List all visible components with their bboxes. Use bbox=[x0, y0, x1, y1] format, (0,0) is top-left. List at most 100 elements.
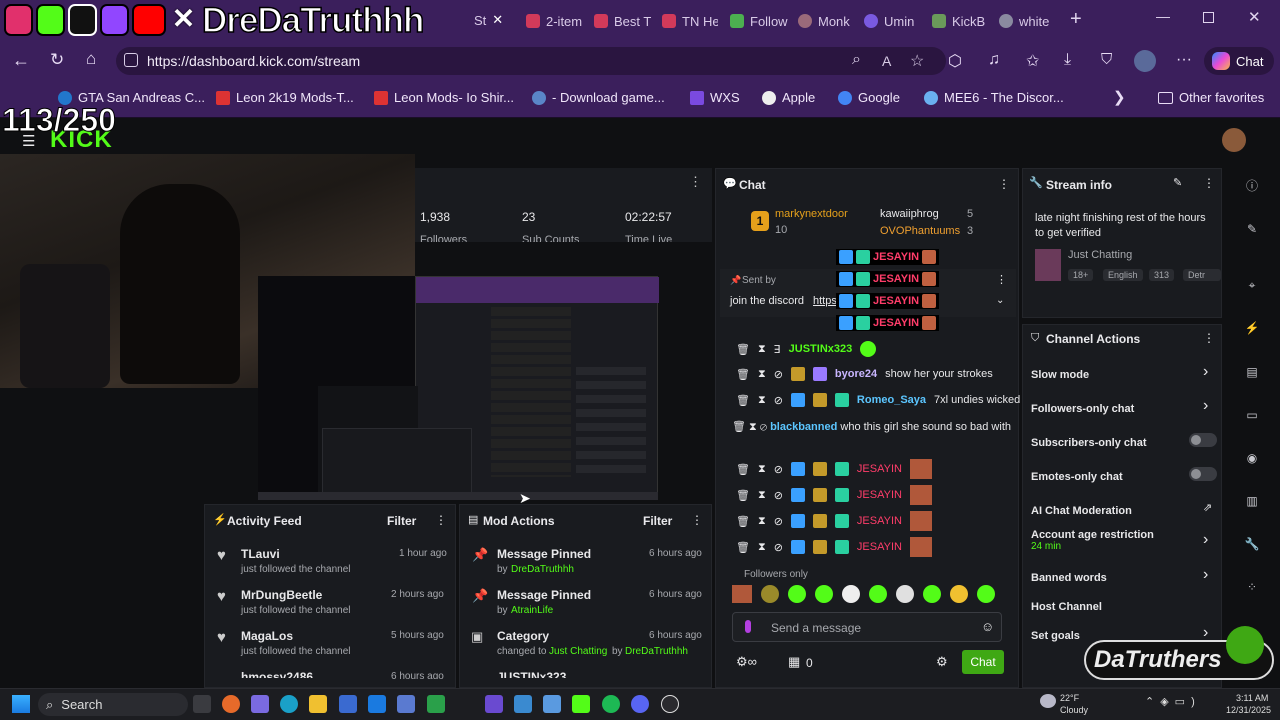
downloads-icon[interactable]: ⤓ bbox=[1064, 51, 1071, 69]
search-icon[interactable]: ⌕ bbox=[852, 51, 861, 69]
ban-icon[interactable]: ⊘ bbox=[774, 489, 783, 502]
chat-username[interactable]: byore24 bbox=[835, 368, 877, 380]
broadcast-icon[interactable]: ◉ bbox=[1242, 448, 1262, 468]
category-name[interactable]: Just Chatting bbox=[1068, 249, 1132, 261]
chat-input[interactable]: Send a message ☺ bbox=[732, 612, 1002, 642]
clock-date[interactable]: 12/31/2025 bbox=[1226, 705, 1271, 715]
mod-action-category[interactable]: Just Chatting bbox=[549, 646, 607, 657]
pinned-more-icon[interactable]: ⋮ bbox=[996, 273, 1007, 286]
leaderboard-user[interactable]: markynextdoor bbox=[775, 208, 848, 220]
ban-icon[interactable]: ⊘ bbox=[760, 421, 767, 433]
chat-username[interactable]: JUSTINx323 bbox=[789, 343, 853, 355]
back-icon[interactable]: ← bbox=[12, 50, 30, 71]
delete-icon[interactable]: 🗑 bbox=[736, 394, 750, 407]
chat-username[interactable]: JESAYIN bbox=[857, 541, 902, 553]
site-info-icon[interactable] bbox=[124, 53, 138, 67]
emote-icon[interactable] bbox=[977, 585, 995, 603]
activity-more-icon[interactable]: ⋮ bbox=[435, 513, 447, 527]
ban-icon[interactable]: ⊘ bbox=[774, 541, 783, 554]
bookmark-item[interactable]: MEE6 - The Discor... bbox=[924, 90, 1064, 105]
bookmark-item[interactable]: Leon Mods- Io Shir... bbox=[374, 90, 514, 105]
leaderboard-user[interactable]: kawaiiphrog bbox=[880, 208, 939, 220]
chat-message[interactable]: 🗑 ⧗ ⊘ blackbanned who this girl she soun… bbox=[732, 419, 1012, 435]
browser-tab[interactable]: Umin bbox=[864, 8, 920, 34]
bookmarks-more-icon[interactable]: ❯ bbox=[1113, 88, 1126, 106]
action-followers-only[interactable]: Followers-only chat › bbox=[1031, 397, 1217, 423]
home-icon[interactable]: ⌂ bbox=[86, 49, 96, 69]
action-banned-words[interactable]: Banned words › bbox=[1031, 566, 1217, 592]
timeout-icon[interactable]: ⧗ bbox=[758, 515, 766, 528]
mod-action-user[interactable]: DreDaTruthhh bbox=[625, 646, 688, 657]
edit-pencil-icon[interactable]: ✎ bbox=[1173, 176, 1182, 189]
bookmark-item[interactable]: Google bbox=[838, 90, 900, 105]
minimize-button[interactable]: — bbox=[1156, 8, 1170, 24]
action-account-age[interactable]: Account age restriction 24 min › bbox=[1031, 529, 1217, 559]
emote-icon[interactable] bbox=[869, 585, 887, 603]
profile-avatar[interactable] bbox=[1134, 50, 1156, 72]
browser-tab[interactable]: TN He bbox=[662, 8, 718, 34]
close-tab-icon[interactable]: ✕ bbox=[492, 12, 503, 28]
emote-icon[interactable] bbox=[788, 585, 806, 603]
chat-message[interactable]: 🗑 ⧗ ⊘ byore24 show her your strokes bbox=[736, 367, 993, 381]
timeout-icon[interactable]: ⧗ bbox=[758, 368, 766, 381]
refresh-icon[interactable]: ↻ bbox=[50, 50, 64, 70]
other-favorites-folder[interactable]: Other favorites bbox=[1158, 90, 1264, 105]
emote-icon[interactable] bbox=[950, 585, 968, 603]
taskbar-search[interactable]: ⌕ Search bbox=[38, 693, 188, 716]
emote-icon[interactable] bbox=[842, 585, 860, 603]
activity-filter-button[interactable]: Filter bbox=[387, 514, 416, 528]
action-host-channel[interactable]: Host Channel bbox=[1031, 597, 1217, 621]
address-bar[interactable]: https://dashboard.kick.com/stream ⌕ A ☆ bbox=[116, 47, 946, 75]
delete-icon[interactable]: 🗑 bbox=[736, 515, 750, 528]
app-icon[interactable] bbox=[485, 695, 503, 713]
timeout-icon[interactable]: ⧗ bbox=[758, 463, 766, 476]
chat-message[interactable]: 🗑 ⧗ ⊘ JESAYIN bbox=[736, 537, 932, 557]
action-subscribers-only[interactable]: Subscribers-only chat bbox=[1031, 433, 1217, 457]
edit-icon[interactable]: ✎ bbox=[1242, 219, 1262, 239]
restore-button[interactable] bbox=[1203, 12, 1214, 23]
kick-app-icon[interactable] bbox=[572, 695, 590, 713]
timeout-icon[interactable]: ⧗ bbox=[758, 394, 766, 407]
mod-action-user[interactable]: DreDaTruthhh bbox=[511, 564, 574, 575]
clock-time[interactable]: 3:11 AM bbox=[1236, 693, 1268, 703]
chat-username[interactable]: Romeo_Saya bbox=[857, 394, 926, 406]
camera-icon[interactable]: ⌖ bbox=[1242, 275, 1262, 295]
ban-icon[interactable]: ⊘ bbox=[774, 463, 783, 476]
tray-icons[interactable]: ⌃◈▭) bbox=[1145, 695, 1201, 708]
user-avatar[interactable] bbox=[1222, 128, 1246, 152]
gift-icon[interactable]: ▦ bbox=[788, 654, 800, 670]
chat-message[interactable]: 🗑 ⧗ ⊘ JESAYIN bbox=[736, 511, 932, 531]
timeout-icon[interactable]: ⧗ bbox=[758, 489, 766, 502]
chat-username[interactable]: JESAYIN bbox=[857, 515, 902, 527]
stats-more-icon[interactable]: ⋮ bbox=[689, 174, 702, 190]
wrench-icon[interactable]: 🔧 bbox=[1242, 534, 1262, 554]
edge-icon[interactable] bbox=[280, 695, 298, 713]
bookmark-item[interactable]: Apple bbox=[762, 90, 815, 105]
emoji-icon[interactable]: ☺ bbox=[981, 619, 994, 634]
layout-icon[interactable]: ▥ bbox=[1242, 491, 1262, 511]
browser-tab[interactable]: white bbox=[999, 8, 1055, 34]
xbox-icon[interactable] bbox=[427, 695, 445, 713]
mod-filter-button[interactable]: Filter bbox=[643, 514, 672, 528]
emote-icon[interactable] bbox=[923, 585, 941, 603]
delete-icon[interactable]: 🗑 bbox=[736, 489, 750, 502]
copilot-chat-button[interactable]: Chat bbox=[1204, 47, 1274, 75]
apps-icon[interactable]: ⁘ bbox=[1242, 577, 1262, 597]
info-icon[interactable]: ⓘ bbox=[1242, 176, 1262, 196]
lightning-icon[interactable]: ⚡ bbox=[1242, 318, 1262, 338]
emotes-only-toggle[interactable] bbox=[1189, 467, 1217, 481]
chat-username[interactable]: JESAYIN bbox=[857, 489, 902, 501]
browser-tab[interactable]: Best T bbox=[594, 8, 652, 34]
leaderboard-user[interactable]: OVOPhantuums bbox=[880, 225, 960, 237]
chat-message[interactable]: 🗑 ⧗ ⊘ Romeo_Saya 7xl undies wicked bbox=[736, 393, 1020, 407]
app-icon[interactable] bbox=[543, 695, 561, 713]
mod-action-user[interactable]: AtrainLife bbox=[511, 605, 553, 616]
obs-icon[interactable] bbox=[661, 695, 679, 713]
action-ai-moderation[interactable]: AI Chat Moderation ⇗ bbox=[1031, 501, 1217, 525]
action-slow-mode[interactable]: Slow mode › bbox=[1031, 363, 1217, 389]
browser-tab[interactable]: Follow bbox=[730, 8, 788, 34]
mod-more-icon[interactable]: ⋮ bbox=[691, 513, 703, 527]
windows-start-icon[interactable] bbox=[12, 695, 30, 713]
chat-settings-icon[interactable]: ⚙ bbox=[936, 654, 948, 670]
extensions-icon[interactable]: ⬡ bbox=[948, 51, 962, 71]
